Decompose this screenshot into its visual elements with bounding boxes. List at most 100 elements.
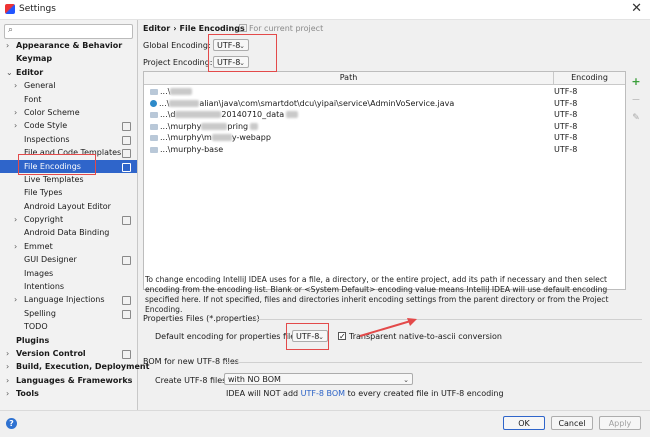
add-icon[interactable]: + bbox=[629, 73, 643, 91]
redacted-text bbox=[175, 111, 222, 118]
sidebar-item-gui-designer[interactable]: GUI Designer bbox=[0, 253, 137, 266]
bom-section-title: BOM for new UTF-8 files bbox=[143, 357, 239, 366]
cancel-button[interactable]: Cancel bbox=[551, 416, 593, 430]
table-row[interactable]: ...\murphy pring UTF-8 bbox=[144, 121, 625, 133]
path-prefix: ...\murphy bbox=[160, 121, 202, 131]
sidebar-item-language-injections[interactable]: › Language Injections bbox=[0, 293, 137, 306]
path-cell: ...\murphy pring bbox=[150, 121, 550, 133]
project-scope-icon bbox=[122, 309, 131, 319]
redacted-text bbox=[211, 134, 232, 141]
sidebar-item-label: Languages & Frameworks bbox=[16, 375, 133, 385]
properties-section-title: Properties Files (*.properties) bbox=[143, 314, 260, 323]
sidebar-item-tools[interactable]: › Tools bbox=[0, 387, 137, 400]
remove-icon[interactable]: − bbox=[629, 91, 643, 109]
column-header-path[interactable]: Path bbox=[144, 72, 554, 84]
chevron-right-icon[interactable]: › bbox=[14, 293, 17, 306]
table-toolbar: + − ✎ bbox=[629, 73, 643, 127]
sidebar-item-android-layout-editor[interactable]: Android Layout Editor bbox=[0, 200, 137, 213]
annotation-box-file-encodings bbox=[18, 154, 96, 175]
default-properties-encoding-label: Default encoding for properties files: bbox=[155, 332, 303, 341]
chevron-right-icon[interactable]: › bbox=[14, 213, 17, 226]
close-icon[interactable]: ✕ bbox=[631, 1, 642, 16]
encoding-cell[interactable]: UTF-8 bbox=[554, 98, 577, 110]
sidebar-item-keymap[interactable]: Keymap bbox=[0, 52, 137, 65]
sidebar-item-editor[interactable]: ⌄ Editor bbox=[0, 66, 137, 79]
sidebar-item-copyright[interactable]: › Copyright bbox=[0, 213, 137, 226]
sidebar-item-color-scheme[interactable]: › Color Scheme bbox=[0, 106, 137, 119]
for-current-project-note: For current project bbox=[239, 24, 323, 33]
global-encoding-label: Global Encoding: bbox=[143, 41, 211, 50]
table-row[interactable]: ...\ alian\java\com\smartdot\dcu\yipai\se… bbox=[144, 98, 625, 110]
path-prefix: ...\murphy-base bbox=[160, 144, 224, 154]
path-suffix: alian\java\com\smartdot\dcu\yipai\servic… bbox=[199, 98, 455, 108]
encoding-cell[interactable]: UTF-8 bbox=[554, 109, 577, 121]
chevron-right-icon[interactable]: › bbox=[6, 374, 9, 387]
file-encodings-panel: Editor › File Encodings For current projec… bbox=[138, 20, 650, 410]
sidebar-item-android-data-binding[interactable]: Android Data Binding bbox=[0, 226, 137, 239]
sidebar-item-plugins[interactable]: Plugins bbox=[0, 334, 137, 347]
edit-icon[interactable]: ✎ bbox=[629, 109, 643, 127]
sidebar-item-images[interactable]: Images bbox=[0, 267, 137, 280]
encoding-cell[interactable]: UTF-8 bbox=[554, 86, 577, 98]
encoding-cell[interactable]: UTF-8 bbox=[554, 121, 577, 133]
bom-select[interactable]: with NO BOM ⌄ bbox=[224, 373, 413, 385]
path-encoding-table: Path Encoding ...\ UTF-8 ...\ alian\java\co… bbox=[143, 71, 626, 290]
table-row[interactable]: ...\d 20140710_data UTF-8 bbox=[144, 109, 625, 121]
table-header: Path Encoding bbox=[144, 72, 625, 85]
sidebar-item-label: File Types bbox=[24, 188, 63, 198]
sidebar-item-label: Font bbox=[24, 94, 42, 104]
table-row[interactable]: ...\murphy\m y-webapp UTF-8 bbox=[144, 132, 625, 144]
path-cell: ...\ alian\java\com\smartdot\dcu\yipai\se… bbox=[150, 98, 550, 110]
encoding-cell[interactable]: UTF-8 bbox=[554, 132, 577, 144]
redacted-text bbox=[250, 122, 259, 130]
ok-button[interactable]: OK bbox=[503, 416, 545, 430]
utf8-bom-link[interactable]: UTF-8 BOM bbox=[301, 389, 345, 398]
column-header-encoding[interactable]: Encoding bbox=[554, 72, 625, 84]
chevron-right-icon[interactable]: › bbox=[14, 240, 17, 253]
sidebar-item-label: Code Style bbox=[24, 121, 68, 131]
sidebar-item-font[interactable]: Font bbox=[0, 93, 137, 106]
sidebar-item-build-execution-deployment[interactable]: › Build, Execution, Deployment bbox=[0, 360, 149, 373]
path-cell: ...\murphy\m y-webapp bbox=[150, 132, 550, 144]
redacted-text bbox=[169, 99, 200, 107]
path-prefix: ...\murphy\m bbox=[160, 133, 212, 142]
chevron-right-icon[interactable]: › bbox=[14, 79, 17, 92]
sidebar-item-code-style[interactable]: › Code Style bbox=[0, 119, 137, 132]
bom-divider bbox=[226, 362, 642, 363]
sidebar-item-version-control[interactable]: › Version Control bbox=[0, 347, 137, 360]
sidebar-item-label: Android Layout Editor bbox=[24, 201, 111, 211]
settings-search-input[interactable]: ⌕ bbox=[4, 24, 133, 39]
sidebar-item-file-types[interactable]: File Types bbox=[0, 186, 137, 199]
breadcrumb-parent[interactable]: Editor bbox=[143, 24, 170, 33]
annotation-box-encodings bbox=[208, 34, 277, 72]
sidebar-item-intentions[interactable]: Intentions bbox=[0, 280, 137, 293]
apply-button[interactable]: Apply bbox=[599, 416, 641, 430]
transparent-conversion-checkbox[interactable]: ✓ bbox=[338, 332, 346, 341]
project-scope-icon bbox=[122, 149, 131, 159]
chevron-down-icon[interactable]: ⌄ bbox=[6, 66, 13, 79]
sidebar-item-emmet[interactable]: › Emmet bbox=[0, 240, 137, 253]
help-icon[interactable]: ? bbox=[6, 418, 17, 429]
chevron-right-icon[interactable]: › bbox=[6, 347, 9, 360]
sidebar-item-label: Android Data Binding bbox=[24, 228, 110, 238]
search-icon: ⌕ bbox=[8, 25, 14, 35]
sidebar-item-label: Images bbox=[24, 268, 54, 278]
chevron-right-icon[interactable]: › bbox=[6, 39, 9, 52]
sidebar-item-general[interactable]: › General bbox=[0, 79, 137, 92]
sidebar-item-todo[interactable]: TODO bbox=[0, 320, 137, 333]
encoding-cell[interactable]: UTF-8 bbox=[554, 144, 577, 156]
chevron-right-icon[interactable]: › bbox=[6, 387, 9, 400]
chevron-right-icon[interactable]: › bbox=[14, 106, 17, 119]
sidebar-item-label: Copyright bbox=[24, 215, 64, 225]
sidebar-item-languages-frameworks[interactable]: › Languages & Frameworks bbox=[0, 374, 137, 387]
sidebar-item-spelling[interactable]: Spelling bbox=[0, 307, 137, 320]
sidebar-item-inspections[interactable]: Inspections bbox=[0, 133, 137, 146]
table-row[interactable]: ...\ UTF-8 bbox=[144, 86, 625, 98]
path-prefix: ...\ bbox=[160, 87, 171, 96]
encoding-description: To change encoding IntelliJ IDEA uses fo… bbox=[145, 275, 609, 314]
sidebar-item-appearance-behavior[interactable]: › Appearance & Behavior bbox=[0, 39, 137, 52]
table-row[interactable]: ...\murphy-base UTF-8 bbox=[144, 144, 625, 156]
sidebar-item-label: Intentions bbox=[24, 282, 65, 292]
chevron-right-icon[interactable]: › bbox=[6, 360, 9, 373]
chevron-right-icon[interactable]: › bbox=[14, 119, 17, 132]
